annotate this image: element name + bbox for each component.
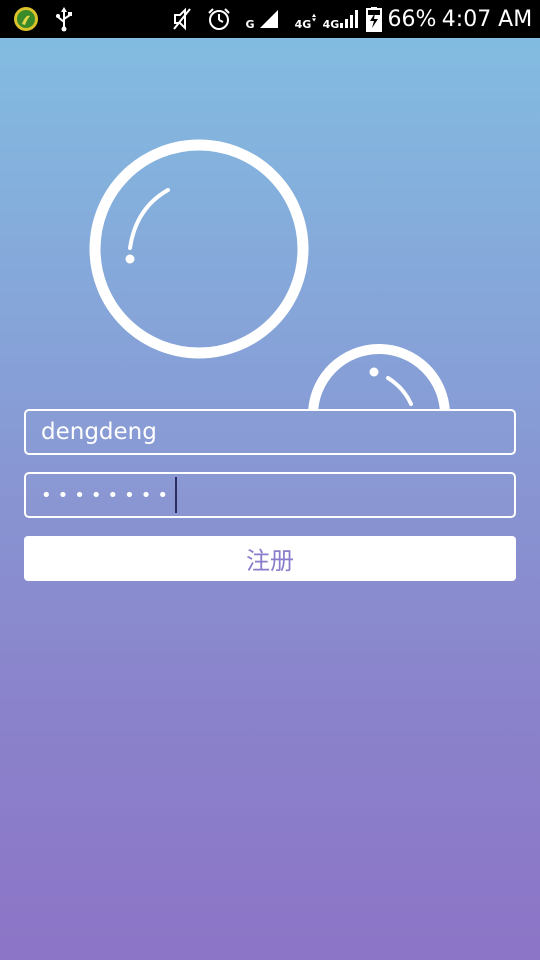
username-input[interactable]: dengdeng — [24, 409, 516, 455]
signal-icon — [257, 0, 281, 38]
alarm-icon — [205, 0, 233, 38]
data-activity-icon — [312, 0, 316, 38]
large-bubble-icon — [89, 139, 309, 359]
status-bar: G 4G 4G 66% 4:07 AM — [0, 0, 540, 38]
network-type-label: G — [245, 17, 255, 31]
battery-percent: 66% — [387, 6, 437, 32]
small-bubble-icon — [308, 344, 450, 410]
username-value: dengdeng — [41, 419, 157, 445]
network-type-label: 4G — [294, 17, 312, 31]
mute-icon — [170, 0, 194, 38]
battery-charging-icon — [365, 0, 383, 38]
app-screen: G 4G 4G 66% 4:07 AM dengdeng •••••••• 注册 — [0, 0, 540, 960]
usb-icon — [52, 0, 76, 38]
password-input[interactable]: •••••••• — [24, 472, 516, 518]
signal-icon — [339, 0, 361, 38]
status-clock: 4:07 AM — [441, 6, 533, 32]
bubble-decoration — [0, 38, 540, 410]
register-button[interactable]: 注册 — [24, 536, 516, 581]
password-masked-value: •••••••• — [41, 484, 174, 506]
app-notification-icon — [12, 0, 40, 38]
text-cursor — [174, 477, 177, 513]
